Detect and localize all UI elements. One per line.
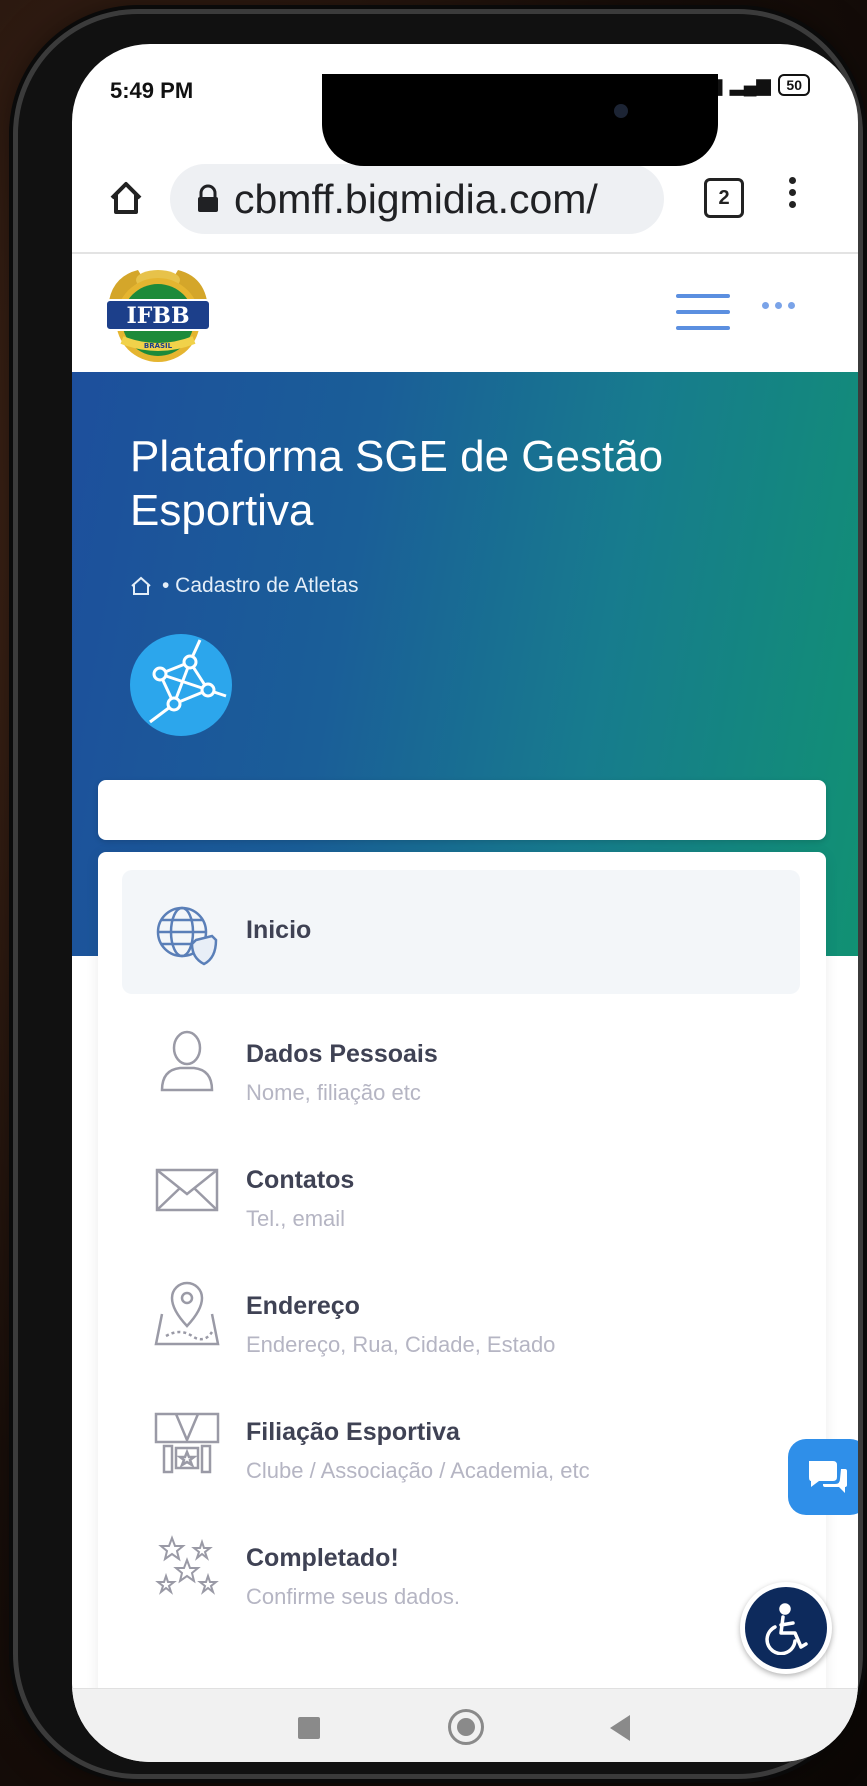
step-title: Inicio (246, 916, 312, 944)
back-button[interactable] (610, 1715, 630, 1741)
step-dados-pessoais[interactable]: Dados Pessoais Nome, filiação etc (122, 998, 800, 1122)
logo-text: IFBB (126, 303, 189, 329)
ifbb-logo[interactable]: IFBB BRASIL (98, 258, 218, 366)
recents-button[interactable] (298, 1717, 320, 1739)
status-time: 5:49 PM (110, 78, 194, 103)
step-endereco[interactable]: Endereço Endereço, Rua, Cidade, Estado (122, 1250, 800, 1374)
phone-frame: 5:49 PM ▂▄▆ ▂▄▆ 50 cbm (18, 14, 858, 1774)
chat-button[interactable] (788, 1439, 858, 1515)
step-subtitle: Endereço, Rua, Cidade, Estado (246, 1332, 556, 1357)
browser-menu-button[interactable] (782, 172, 802, 220)
home-nav-button[interactable] (448, 1709, 484, 1745)
step-inicio[interactable]: Inicio (122, 870, 800, 994)
wheelchair-icon (765, 1603, 808, 1655)
battery-icon: 50 (778, 74, 810, 96)
hamburger-menu-button[interactable] (676, 294, 730, 336)
step-title: Endereço (246, 1292, 360, 1320)
step-subtitle: Clube / Associação / Academia, etc (246, 1458, 590, 1483)
step-completado[interactable]: Completado! Confirme seus dados. (122, 1502, 800, 1626)
step-title: Dados Pessoais (246, 1040, 438, 1068)
search-input[interactable] (98, 780, 826, 840)
url-field[interactable]: cbmff.bigmidia.com/ (170, 164, 664, 234)
lock-icon (196, 184, 220, 214)
step-contatos[interactable]: Contatos Tel., email (122, 1124, 800, 1248)
step-subtitle: Nome, filiação etc (246, 1080, 421, 1105)
url-text: cbmff.bigmidia.com/ (234, 175, 598, 222)
map-pin-icon (154, 1281, 220, 1346)
globe-shield-icon (156, 906, 218, 966)
network-icon (130, 634, 232, 736)
step-filiacao-esportiva[interactable]: Filiação Esportiva Clube / Associação / … (122, 1376, 800, 1500)
more-options-button[interactable] (762, 302, 795, 309)
chat-icon (809, 1461, 847, 1493)
step-title: Completado! (246, 1544, 399, 1572)
home-icon[interactable] (130, 576, 152, 596)
tab-switcher-button[interactable]: 2 (704, 178, 744, 218)
registration-steps-card: Inicio Dados Pessoais Nome, filiação etc (98, 852, 826, 1752)
home-button[interactable] (102, 174, 150, 222)
stars-icon (155, 1535, 219, 1595)
step-title: Filiação Esportiva (246, 1418, 460, 1446)
step-subtitle: Confirme seus dados. (246, 1584, 460, 1609)
envelope-icon (155, 1168, 219, 1212)
step-title: Contatos (246, 1166, 355, 1194)
page-title: Plataforma SGE de Gestão Esportiva (130, 432, 664, 535)
breadcrumb-current[interactable]: • Cadastro de Atletas (162, 574, 358, 598)
accessibility-button[interactable] (740, 1582, 832, 1674)
user-icon (160, 1030, 214, 1092)
logo-subtext: BRASIL (144, 342, 173, 350)
android-nav-bar (72, 1688, 858, 1762)
breadcrumb: • Cadastro de Atletas (130, 574, 358, 598)
camera-notch (322, 74, 718, 166)
step-subtitle: Tel., email (246, 1206, 346, 1231)
screen: 5:49 PM ▂▄▆ ▂▄▆ 50 cbm (72, 44, 858, 1762)
site-header: IFBB BRASIL (72, 254, 858, 372)
signal-icon: ▂▄▆ (729, 74, 771, 95)
home-icon (110, 182, 142, 214)
medal-icon (154, 1412, 220, 1474)
